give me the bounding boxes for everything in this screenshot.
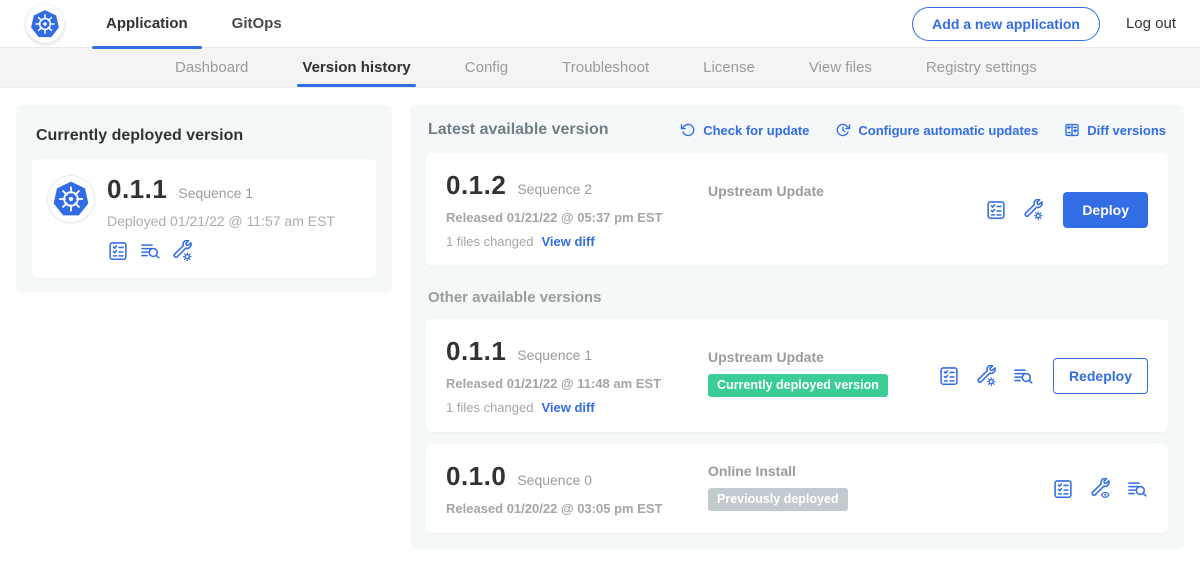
view-logs-icon[interactable] (139, 240, 161, 262)
add-application-button[interactable]: Add a new application (912, 7, 1100, 41)
edit-config-icon[interactable] (171, 240, 193, 262)
main-content: Currently deployed version 0.1.1 Sequenc… (0, 88, 1200, 564)
version-source: Online Install Previously deployed (708, 461, 1052, 516)
version-number: 0.1.1 (446, 336, 506, 367)
check-for-update-link[interactable]: Check for update (680, 122, 809, 138)
previously-deployed-badge: Previously deployed (708, 488, 848, 511)
top-nav-right: Add a new application Log out (912, 7, 1176, 41)
diff-versions-link[interactable]: Diff versions (1064, 122, 1166, 138)
top-nav: Application GitOps Add a new application… (0, 0, 1200, 48)
tab-gitops-label: GitOps (232, 15, 282, 32)
source-label: Upstream Update (708, 183, 985, 199)
view-logs-icon[interactable] (1012, 365, 1034, 387)
currently-deployed-card: 0.1.1 Sequence 1 Deployed 01/21/22 @ 11:… (32, 159, 376, 278)
app-sub-nav: Dashboard Version history Config Trouble… (0, 48, 1200, 88)
version-history-panel: Latest available version Check for updat… (410, 105, 1184, 549)
released-timestamp: Released 01/21/22 @ 05:37 pm EST (446, 210, 708, 225)
files-changed-label: 1 files changed (446, 400, 533, 415)
tab-application-label: Application (106, 15, 188, 32)
view-diff-link[interactable]: View diff (541, 234, 594, 249)
currently-deployed-badge: Currently deployed version (708, 374, 888, 397)
released-timestamp: Released 01/21/22 @ 11:48 am EST (446, 376, 708, 391)
release-notes-icon[interactable] (107, 240, 129, 262)
refresh-icon (680, 122, 696, 138)
tab-application[interactable]: Application (92, 0, 202, 48)
subnav-tab-view-files[interactable]: View files (782, 48, 899, 87)
subnav-tab-registry-settings[interactable]: Registry settings (899, 48, 1064, 87)
deployed-version-info: 0.1.1 Sequence 1 Deployed 01/21/22 @ 11:… (107, 174, 335, 262)
subnav-tab-license[interactable]: License (676, 48, 782, 87)
version-card-0-1-1: 0.1.1 Sequence 1 Released 01/21/22 @ 11:… (426, 319, 1168, 432)
edit-config-icon[interactable] (1022, 199, 1044, 221)
version-number: 0.1.0 (446, 461, 506, 492)
subnav-tab-dashboard[interactable]: Dashboard (148, 48, 275, 87)
schedule-icon (835, 122, 851, 138)
version-header-actions: Check for update Configure automatic upd… (680, 122, 1166, 138)
version-actions: Deploy (985, 192, 1148, 228)
sequence-label: Sequence 0 (517, 472, 592, 488)
deploy-button[interactable]: Deploy (1063, 192, 1148, 228)
view-diff-link[interactable]: View diff (541, 400, 594, 415)
currently-deployed-title: Currently deployed version (32, 119, 376, 159)
redeploy-button[interactable]: Redeploy (1053, 358, 1148, 394)
deployed-actions (107, 240, 335, 262)
version-card-0-1-2: 0.1.2 Sequence 2 Released 01/21/22 @ 05:… (426, 153, 1168, 266)
version-source: Upstream Update Currently deployed versi… (708, 336, 938, 415)
version-card-0-1-0: 0.1.0 Sequence 0 Released 01/20/22 @ 03:… (426, 444, 1168, 533)
app-logo (48, 176, 94, 222)
view-config-icon[interactable] (1089, 478, 1111, 500)
source-label: Online Install (708, 463, 1052, 479)
subnav-tab-version-history[interactable]: Version history (275, 48, 437, 87)
sequence-label: Sequence 1 (517, 347, 592, 363)
files-changed-label: 1 files changed (446, 234, 533, 249)
released-timestamp: Released 01/20/22 @ 03:05 pm EST (446, 501, 708, 516)
release-notes-icon[interactable] (985, 199, 1007, 221)
version-info: 0.1.0 Sequence 0 Released 01/20/22 @ 03:… (446, 461, 708, 516)
deployed-timestamp: Deployed 01/21/22 @ 11:57 am EST (107, 213, 335, 229)
diff-icon (1064, 122, 1080, 138)
latest-available-title: Latest available version (428, 121, 609, 139)
edit-config-icon[interactable] (975, 365, 997, 387)
version-number: 0.1.2 (446, 170, 506, 201)
version-actions (1052, 478, 1148, 500)
sequence-label: Sequence 2 (517, 181, 592, 197)
version-actions: Redeploy (938, 358, 1148, 394)
tab-gitops[interactable]: GitOps (218, 0, 296, 48)
subnav-tab-config[interactable]: Config (438, 48, 535, 87)
kubernetes-logo (26, 5, 64, 43)
logout-button[interactable]: Log out (1126, 15, 1176, 32)
version-info: 0.1.2 Sequence 2 Released 01/21/22 @ 05:… (446, 170, 708, 249)
source-label: Upstream Update (708, 349, 938, 365)
subnav-tab-troubleshoot[interactable]: Troubleshoot (535, 48, 676, 87)
view-logs-icon[interactable] (1126, 478, 1148, 500)
versions-header: Latest available version Check for updat… (426, 121, 1168, 153)
deployed-sequence-label: Sequence 1 (178, 185, 253, 201)
configure-automatic-updates-link[interactable]: Configure automatic updates (835, 122, 1038, 138)
deployed-version-number: 0.1.1 (107, 174, 167, 205)
release-notes-icon[interactable] (938, 365, 960, 387)
release-notes-icon[interactable] (1052, 478, 1074, 500)
version-info: 0.1.1 Sequence 1 Released 01/21/22 @ 11:… (446, 336, 708, 415)
currently-deployed-panel: Currently deployed version 0.1.1 Sequenc… (16, 105, 392, 292)
version-source: Upstream Update (708, 170, 985, 249)
other-versions-title: Other available versions (426, 266, 1168, 319)
